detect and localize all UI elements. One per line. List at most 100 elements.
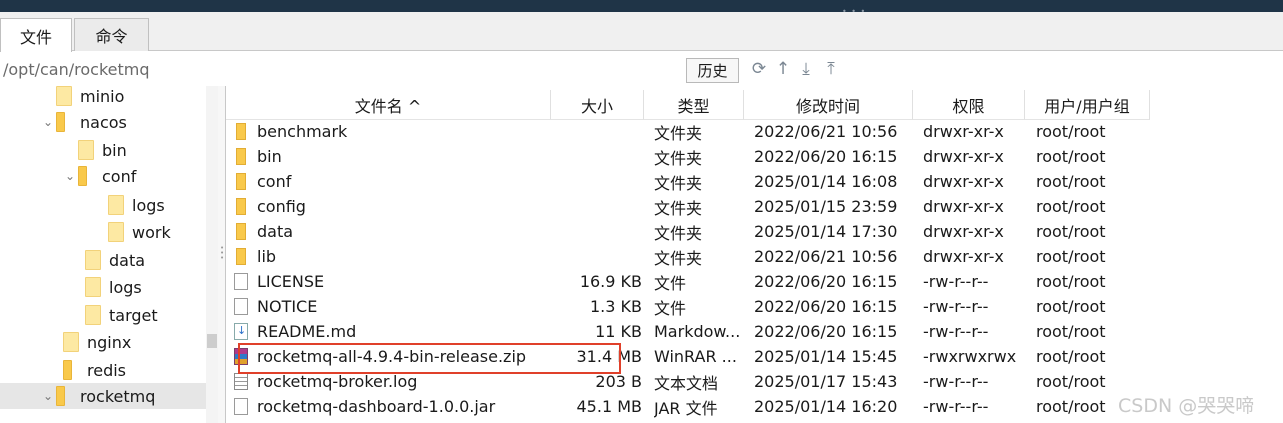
folder-icon xyxy=(236,173,246,190)
file-row[interactable]: LICENSE 16.9 KB 文件 2022/06/20 16:15 -rw-… xyxy=(226,269,1283,294)
tree-node[interactable]: minio xyxy=(40,86,124,109)
file-owner: root/root xyxy=(1036,222,1106,241)
tree-node[interactable]: target xyxy=(69,302,158,328)
file-type: Markdow... xyxy=(654,322,741,341)
file-owner: root/root xyxy=(1036,197,1106,216)
file-type: 文件 xyxy=(654,298,687,318)
file-name: NOTICE xyxy=(257,297,318,316)
file-permissions: drwxr-xr-x xyxy=(923,172,1004,191)
file-type: 文件夹 xyxy=(654,248,703,268)
file-size: 45.1 MB xyxy=(576,397,643,416)
file-permissions: drwxr-xr-x xyxy=(923,147,1004,166)
file-name: bin xyxy=(257,147,282,166)
tree-node[interactable]: bin xyxy=(62,137,127,163)
file-size xyxy=(546,169,642,194)
file-row[interactable]: config 文件夹 2025/01/15 23:59 drwxr-xr-x r… xyxy=(226,194,1283,219)
text-document-icon xyxy=(234,373,248,390)
file-mtime: 2025/01/15 23:59 xyxy=(754,197,898,216)
tree-node-label: nacos xyxy=(80,112,127,132)
file-row[interactable]: lib 文件夹 2022/06/21 10:56 drwxr-xr-x root… xyxy=(226,244,1283,269)
tree-node-label: target xyxy=(109,305,158,325)
tree-node[interactable]: ⌄ conf xyxy=(62,163,136,189)
folder-icon xyxy=(78,140,94,160)
file-size xyxy=(546,144,642,169)
folder-icon xyxy=(108,195,124,215)
chevron-down-icon[interactable]: ⌄ xyxy=(62,169,78,183)
file-name: benchmark xyxy=(257,122,348,141)
file-name: LICENSE xyxy=(257,272,325,291)
file-icon xyxy=(234,298,248,315)
markdown-file-icon xyxy=(234,323,248,340)
file-mtime: 2025/01/14 16:20 xyxy=(754,397,898,416)
file-name: README.md xyxy=(257,322,357,341)
splitter-grip-icon[interactable]: • • • xyxy=(220,245,224,262)
file-mtime: 2022/06/21 10:56 xyxy=(754,247,898,266)
history-button[interactable]: 历史 xyxy=(686,58,739,83)
file-mtime: 2025/01/14 17:30 xyxy=(754,222,898,241)
file-row[interactable]: README.md 11 KB Markdow... 2022/06/20 16… xyxy=(226,319,1283,344)
refresh-icon[interactable]: ⟳ xyxy=(749,59,769,79)
file-mtime: 2022/06/20 16:15 xyxy=(754,147,898,166)
tree-scrollbar[interactable] xyxy=(206,86,218,423)
file-size: 16.9 KB xyxy=(579,272,642,291)
highlight-box xyxy=(238,343,621,374)
column-header-size[interactable]: 大小 xyxy=(551,90,644,120)
column-header-name[interactable]: 文件名 ^ xyxy=(226,90,551,120)
chevron-down-icon[interactable]: ⌄ xyxy=(40,115,56,129)
download-icon[interactable]: ⤓ xyxy=(796,59,816,79)
folder-icon xyxy=(85,250,101,270)
tree-node[interactable]: work xyxy=(92,219,171,245)
column-header-modified[interactable]: 修改时间 xyxy=(744,90,913,120)
folder-icon xyxy=(85,305,101,325)
file-row[interactable]: NOTICE 1.3 KB 文件 2022/06/20 16:15 -rw-r-… xyxy=(226,294,1283,319)
file-type: 文件夹 xyxy=(654,123,703,143)
tab-files[interactable]: 文件 xyxy=(0,18,72,52)
file-type: 文件夹 xyxy=(654,148,703,168)
tree-node-label: conf xyxy=(102,166,137,186)
file-permissions: drwxr-xr-x xyxy=(923,247,1004,266)
file-row[interactable]: conf 文件夹 2025/01/14 16:08 drwxr-xr-x roo… xyxy=(226,169,1283,194)
column-header-owner[interactable]: 用户/用户组 xyxy=(1025,90,1150,120)
folder-icon xyxy=(56,112,65,132)
path-input[interactable]: /opt/can/rocketmq xyxy=(3,60,150,79)
file-owner: root/root xyxy=(1036,272,1106,291)
file-owner: root/root xyxy=(1036,322,1106,341)
file-size: 11 KB xyxy=(595,322,642,341)
tree-node[interactable]: logs xyxy=(69,274,142,300)
file-owner: root/root xyxy=(1036,147,1106,166)
path-bar: /opt/can/rocketmq 历史 ⟳ ↑ ⤓ ⤒ xyxy=(0,52,1283,86)
scrollbar-thumb[interactable] xyxy=(207,334,217,348)
tab-commands[interactable]: 命令 xyxy=(74,18,149,51)
upload-icon[interactable]: ↑ xyxy=(773,59,793,79)
tree-node[interactable]: logs xyxy=(92,192,165,218)
file-size xyxy=(546,244,642,269)
file-permissions: -rw-r--r-- xyxy=(923,397,989,416)
file-permissions: -rw-r--r-- xyxy=(923,322,989,341)
tree-node[interactable]: redis xyxy=(47,357,126,383)
tree-node-label: logs xyxy=(132,195,165,215)
tree-node-selected[interactable]: ⌄ rocketmq xyxy=(0,383,206,409)
jar-file-icon xyxy=(234,398,248,415)
file-permissions: -rw-r--r-- xyxy=(923,297,989,316)
chevron-down-icon[interactable]: ⌄ xyxy=(40,389,56,403)
file-row[interactable]: data 文件夹 2025/01/14 17:30 drwxr-xr-x roo… xyxy=(226,219,1283,244)
file-owner: root/root xyxy=(1036,347,1106,366)
file-mtime: 2022/06/21 10:56 xyxy=(754,122,898,141)
tree-node[interactable]: data xyxy=(69,247,145,273)
column-header-permissions[interactable]: 权限 xyxy=(913,90,1025,120)
file-row[interactable]: bin 文件夹 2022/06/20 16:15 drwxr-xr-x root… xyxy=(226,144,1283,169)
file-name: data xyxy=(257,222,294,241)
tree-node[interactable]: ⌄ nacos xyxy=(40,109,127,135)
file-permissions: -rwxrwxrwx xyxy=(923,347,1017,366)
file-row[interactable]: benchmark 文件夹 2022/06/21 10:56 drwxr-xr-… xyxy=(226,119,1283,144)
file-name: lib xyxy=(257,247,277,266)
tree-node-label: work xyxy=(132,222,171,242)
file-permissions: -rw-r--r-- xyxy=(923,372,989,391)
file-mtime: 2025/01/14 16:08 xyxy=(754,172,898,191)
file-name: rocketmq-dashboard-1.0.0.jar xyxy=(257,397,496,416)
column-header-type[interactable]: 类型 xyxy=(644,90,744,120)
upload-tray-icon[interactable]: ⤒ xyxy=(821,59,841,79)
file-icon xyxy=(234,273,248,290)
tree-node-label: redis xyxy=(87,360,127,380)
tree-node[interactable]: nginx xyxy=(47,329,131,355)
